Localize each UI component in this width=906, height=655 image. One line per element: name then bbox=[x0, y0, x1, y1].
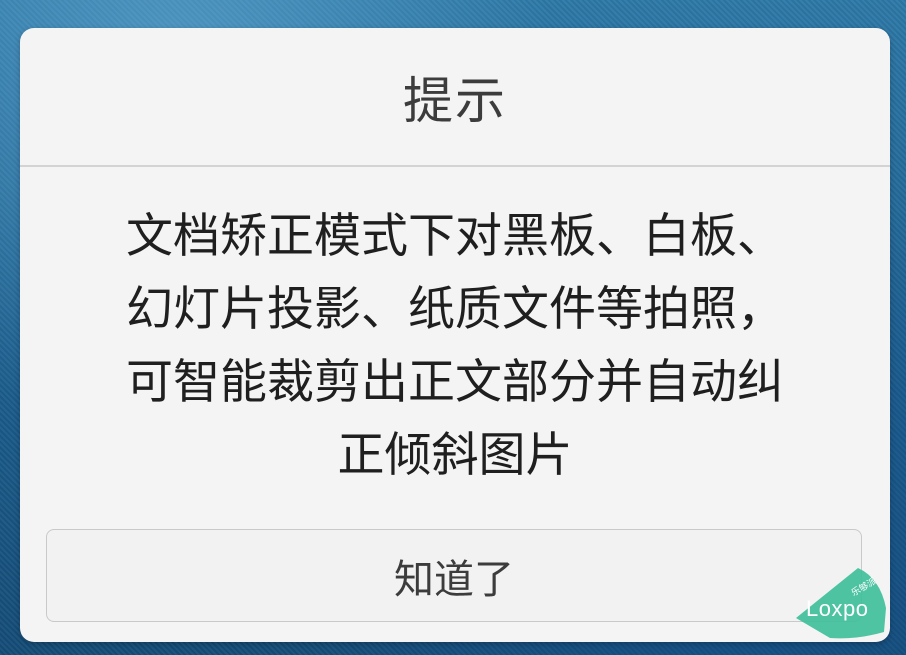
message-line: 文档矫正模式下对黑板、白板、 bbox=[126, 209, 784, 264]
alert-dialog: 提示 文档矫正模式下对黑板、白板、 幻灯片投影、纸质文件等拍照， 可智能裁剪出正… bbox=[20, 28, 890, 642]
loxpo-watermark-logo: 乐够派 Loxpo bbox=[796, 568, 886, 640]
got-it-button[interactable]: 知道了 bbox=[46, 529, 862, 622]
watermark-brand: Loxpo bbox=[806, 596, 869, 621]
message-line: 正倾斜图片 bbox=[337, 428, 573, 483]
dialog-message: 文档矫正模式下对黑板、白板、 幻灯片投影、纸质文件等拍照， 可智能裁剪出正文部分… bbox=[60, 200, 850, 492]
dialog-title: 提示 bbox=[403, 71, 507, 130]
message-line: 幻灯片投影、纸质文件等拍照， bbox=[126, 282, 784, 337]
title-divider bbox=[20, 165, 890, 167]
message-line: 可智能裁剪出正文部分并自动纠 bbox=[126, 355, 784, 410]
